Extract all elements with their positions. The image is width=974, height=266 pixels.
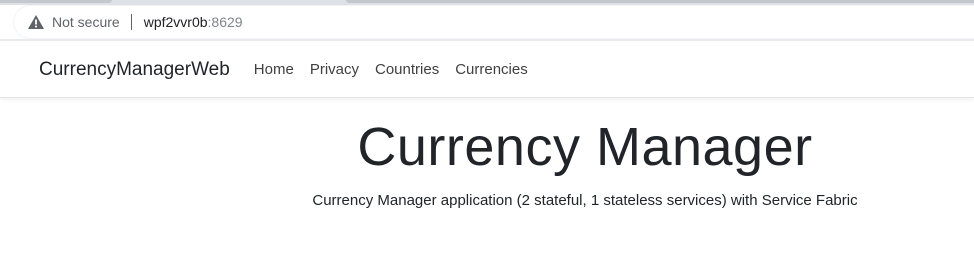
url-port[interactable]: :8629 — [208, 14, 243, 30]
nav-link-home[interactable]: Home — [246, 61, 302, 78]
nav-link-currencies[interactable]: Currencies — [447, 61, 536, 78]
page-description: Currency Manager application (2 stateful… — [312, 192, 858, 209]
url-host[interactable]: wpf2vvr0b — [144, 14, 208, 30]
site-navbar: CurrencyManagerWeb Home Privacy Countrie… — [0, 42, 974, 98]
browser-tab-right[interactable] — [346, 0, 974, 3]
nav-links: Home Privacy Countries Currencies — [246, 61, 536, 78]
brand-link[interactable]: CurrencyManagerWeb — [39, 59, 230, 81]
main-content: Currency Manager Currency Manager applic… — [0, 98, 974, 266]
address-bar[interactable]: Not secure wpf2vvr0b:8629 — [14, 6, 974, 38]
browser-tab-left[interactable] — [0, 0, 112, 3]
page-title: Currency Manager — [357, 117, 813, 177]
browser-divider — [0, 39, 974, 41]
security-status-label[interactable]: Not secure — [52, 14, 120, 30]
warning-icon[interactable] — [27, 14, 45, 30]
nav-link-countries[interactable]: Countries — [367, 61, 447, 78]
nav-link-privacy[interactable]: Privacy — [302, 61, 367, 78]
address-separator — [130, 14, 132, 30]
